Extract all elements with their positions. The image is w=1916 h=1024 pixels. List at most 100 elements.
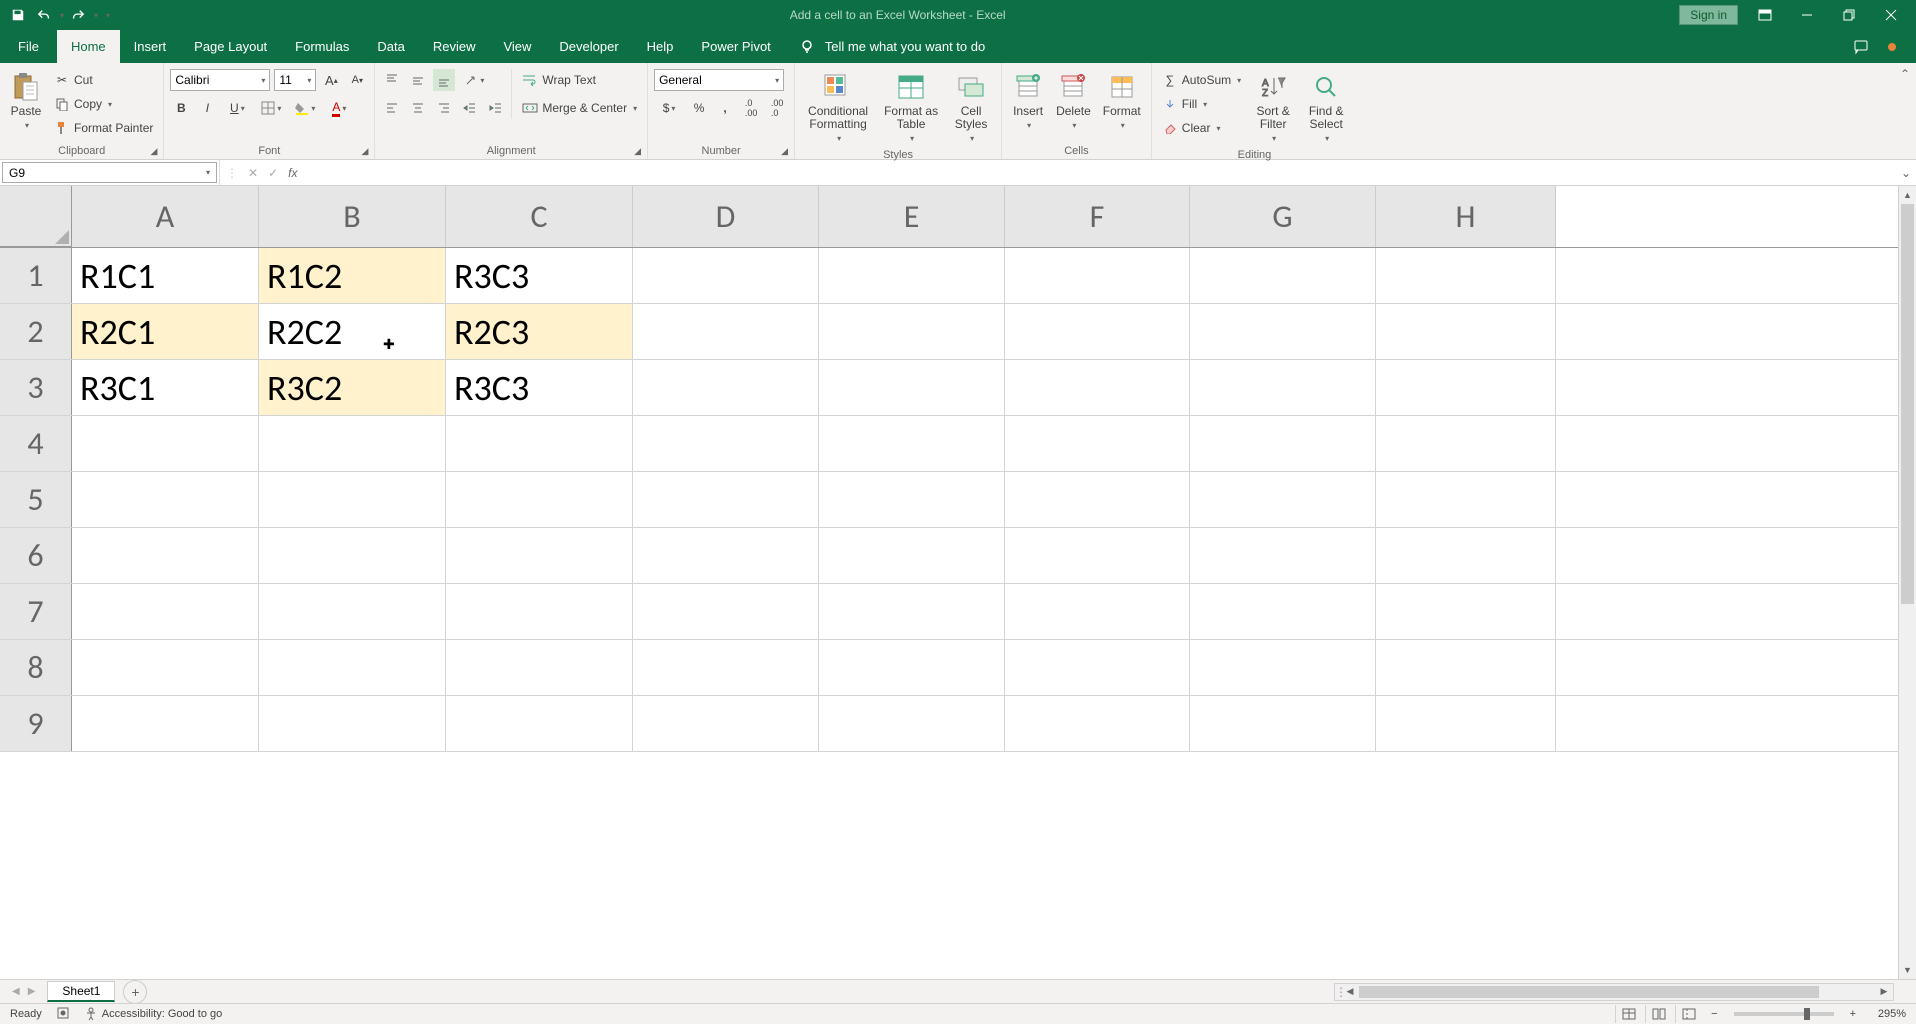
page-break-view-icon[interactable] [1675,1005,1701,1023]
enter-icon[interactable]: ✓ [268,166,278,180]
cell-G3[interactable] [1190,360,1376,415]
row-header-8[interactable]: 8 [0,640,72,695]
vscroll-thumb[interactable] [1901,204,1914,604]
close-button[interactable] [1876,5,1906,25]
cell-H2[interactable] [1376,304,1556,359]
row-header-4[interactable]: 4 [0,416,72,471]
notification-dot-icon[interactable] [1888,43,1896,51]
tab-power-pivot[interactable]: Power Pivot [687,30,784,63]
new-sheet-button[interactable]: + [123,980,147,1004]
sheet-nav-prev-icon[interactable]: ◀ [12,986,20,997]
cell-B9[interactable] [259,696,446,751]
number-launcher-icon[interactable]: ◢ [781,146,788,157]
cell-C5[interactable] [446,472,633,527]
tell-me-search[interactable]: Tell me what you want to do [785,30,999,63]
cell-C9[interactable] [446,696,633,751]
cell-D7[interactable] [633,584,819,639]
sheet-tab[interactable]: Sheet1 [47,981,115,1002]
borders-button[interactable]: ▾ [256,97,286,119]
ribbon-display-options-icon[interactable] [1750,5,1780,25]
autosum-button[interactable]: ∑AutoSum▾ [1158,69,1245,91]
cell-D5[interactable] [633,472,819,527]
minimize-button[interactable] [1792,5,1822,25]
font-color-button[interactable]: A▾ [324,97,354,119]
delete-button[interactable]: Delete▾ [1052,69,1095,133]
hscroll-thumb[interactable] [1359,986,1819,998]
find-select-button[interactable]: Find & Select▾ [1301,69,1351,147]
cell-G6[interactable] [1190,528,1376,583]
column-header-C[interactable]: C [446,186,633,247]
font-launcher-icon[interactable]: ◢ [361,146,368,157]
sort-filter-button[interactable]: AZSort & Filter▾ [1249,69,1297,147]
cell-A6[interactable] [72,528,259,583]
cell-D8[interactable] [633,640,819,695]
cell-C1[interactable]: R3C3 [446,248,633,303]
merge-center-button[interactable]: Merge & Center▾ [518,97,641,119]
tab-data[interactable]: Data [363,30,418,63]
cell-C8[interactable] [446,640,633,695]
cell-B4[interactable] [259,416,446,471]
sign-in-button[interactable]: Sign in [1679,5,1738,25]
cell-E2[interactable] [819,304,1005,359]
cell-F6[interactable] [1005,528,1190,583]
cell-H7[interactable] [1376,584,1556,639]
clear-button[interactable]: Clear▾ [1158,117,1245,139]
cell-E9[interactable] [819,696,1005,751]
align-right-icon[interactable] [433,97,455,119]
cell-H8[interactable] [1376,640,1556,695]
cell-C6[interactable] [446,528,633,583]
conditional-formatting-button[interactable]: Conditional Formatting▾ [801,69,875,147]
redo-icon[interactable] [66,3,90,27]
cell-F3[interactable] [1005,360,1190,415]
collapse-ribbon-icon[interactable]: ⌃ [1900,67,1910,81]
cell-D6[interactable] [633,528,819,583]
row-header-5[interactable]: 5 [0,472,72,527]
cell-B2[interactable]: R2C2 [259,304,446,359]
cell-E5[interactable] [819,472,1005,527]
cancel-icon[interactable]: ✕ [248,166,258,180]
cell-E4[interactable] [819,416,1005,471]
font-name-input[interactable]: Calibri▾ [170,69,270,91]
bold-button[interactable]: B [170,97,192,119]
row-header-9[interactable]: 9 [0,696,72,751]
zoom-slider[interactable] [1734,1012,1834,1016]
cut-button[interactable]: ✂Cut [50,69,157,91]
format-button[interactable]: Format▾ [1099,69,1145,133]
name-box[interactable]: G9▾ [2,162,217,183]
cell-H3[interactable] [1376,360,1556,415]
scroll-left-icon[interactable]: ◀ [1341,986,1359,997]
scroll-up-icon[interactable]: ▲ [1899,186,1916,204]
cell-G2[interactable] [1190,304,1376,359]
zoom-out-button[interactable]: − [1705,1008,1723,1020]
cell-E3[interactable] [819,360,1005,415]
scroll-down-icon[interactable]: ▼ [1899,961,1916,979]
font-size-input[interactable]: 11▾ [274,69,316,91]
align-bottom-icon[interactable] [433,69,455,91]
tab-view[interactable]: View [489,30,545,63]
column-header-G[interactable]: G [1190,186,1376,247]
accounting-format-button[interactable]: $▾ [654,97,684,119]
cell-D1[interactable] [633,248,819,303]
cell-A2[interactable]: R2C1 [72,304,259,359]
select-all-button[interactable] [0,186,72,247]
italic-button[interactable]: I [196,97,218,119]
cell-B6[interactable] [259,528,446,583]
cell-H6[interactable] [1376,528,1556,583]
cell-F9[interactable] [1005,696,1190,751]
cell-G4[interactable] [1190,416,1376,471]
paste-button[interactable]: Paste▾ [6,69,46,133]
decrease-font-icon[interactable]: A▾ [346,69,368,91]
undo-dropdown-icon[interactable]: ▾ [60,11,64,20]
column-header-F[interactable]: F [1005,186,1190,247]
increase-font-icon[interactable]: A▴ [320,69,342,91]
align-middle-icon[interactable] [407,69,429,91]
cell-B5[interactable] [259,472,446,527]
tab-formulas[interactable]: Formulas [281,30,363,63]
cell-A5[interactable] [72,472,259,527]
comments-icon[interactable] [1854,39,1872,55]
cell-G1[interactable] [1190,248,1376,303]
normal-view-icon[interactable] [1615,1005,1641,1023]
fill-button[interactable]: Fill▾ [1158,93,1245,115]
row-header-2[interactable]: 2 [0,304,72,359]
clipboard-launcher-icon[interactable]: ◢ [150,146,157,157]
